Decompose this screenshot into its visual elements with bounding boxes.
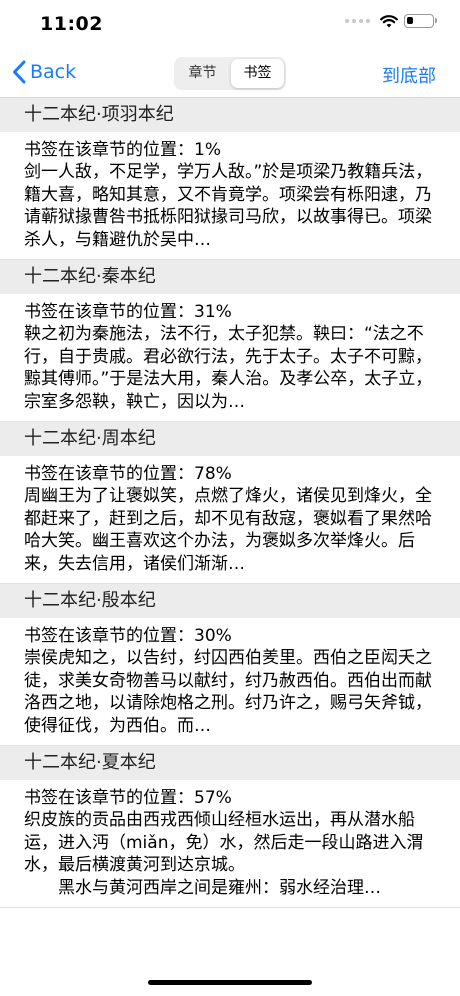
bookmark-position: 书签在该章节的位置：57%: [24, 788, 232, 808]
section-header: 十二本纪·夏本纪: [0, 746, 460, 780]
section-header: 十二本纪·殷本纪: [0, 584, 460, 618]
bookmark-position: 书签在该章节的位置：30%: [24, 626, 232, 646]
status-bar: 11:02: [0, 0, 460, 48]
bookmark-row[interactable]: 书签在该章节的位置：1% 剑一人敌，不足学，学万人敌。”於是项梁乃教籍兵法，籍大…: [0, 132, 460, 260]
section-header: 十二本纪·秦本纪: [0, 260, 460, 294]
home-indicator[interactable]: [148, 980, 312, 985]
bookmark-excerpt: 崇侯虎知之，以告纣，纣囚西伯羑里。西伯之臣闳夭之徒，求美女奇物善马以献纣，纣乃赦…: [24, 648, 432, 736]
back-label: Back: [30, 61, 77, 83]
bookmark-row[interactable]: 书签在该章节的位置：57% 织皮族的贡品由西戎西倾山经桓水运出，再从潜水船运，进…: [0, 780, 460, 908]
battery-icon: [404, 14, 437, 28]
section-header: 十二本纪·周本纪: [0, 422, 460, 456]
back-button[interactable]: Back: [12, 60, 76, 84]
status-icons: [345, 14, 437, 28]
bookmark-position: 书签在该章节的位置：78%: [24, 464, 232, 484]
bookmark-excerpt: 周幽王为了让褒姒笑，点燃了烽火，诸侯见到烽火，全都赶来了，赶到之后，却不见有敌寇…: [24, 486, 432, 574]
bookmark-excerpt: 剑一人敌，不足学，学万人敌。”於是项梁乃教籍兵法，籍大喜，略知其意，又不肯竟学。…: [24, 162, 433, 250]
bookmark-excerpt: 鞅之初为秦施法，法不行，太子犯禁。鞅曰：“法之不行，自于贵戚。君必欲行法，先于太…: [24, 324, 433, 412]
status-time: 11:02: [40, 13, 103, 35]
section-header: 十二本纪·项羽本纪: [0, 98, 460, 132]
navigation-bar: Back 章节 书签 到底部: [0, 48, 460, 98]
cellular-signal-icon: [345, 19, 370, 23]
wifi-icon: [380, 15, 398, 28]
bookmark-row[interactable]: 书签在该章节的位置：31% 鞅之初为秦施法，法不行，太子犯禁。鞅曰：“法之不行，…: [0, 294, 460, 422]
bookmark-row[interactable]: 书签在该章节的位置：78% 周幽王为了让褒姒笑，点燃了烽火，诸侯见到烽火，全都赶…: [0, 456, 460, 584]
chevron-left-icon: [13, 60, 26, 84]
bookmark-position: 书签在该章节的位置：31%: [24, 302, 232, 322]
segment-bookmarks[interactable]: 书签: [231, 59, 284, 88]
bookmark-row[interactable]: 书签在该章节的位置：30% 崇侯虎知之，以告纣，纣囚西伯羑里。西伯之臣闳夭之徒，…: [0, 618, 460, 746]
bookmark-excerpt: 织皮族的贡品由西戎西倾山经桓水运出，再从潜水船运，进入沔（miǎn，免）水，然后…: [24, 810, 424, 898]
scroll-to-bottom-button[interactable]: 到底部: [382, 62, 436, 88]
battery-level: [407, 17, 413, 24]
segmented-control: 章节 书签: [174, 57, 286, 90]
segment-chapters[interactable]: 章节: [176, 59, 229, 88]
bookmark-position: 书签在该章节的位置：1%: [24, 140, 221, 160]
bookmark-list: 十二本纪·项羽本纪 书签在该章节的位置：1% 剑一人敌，不足学，学万人敌。”於是…: [0, 98, 460, 908]
